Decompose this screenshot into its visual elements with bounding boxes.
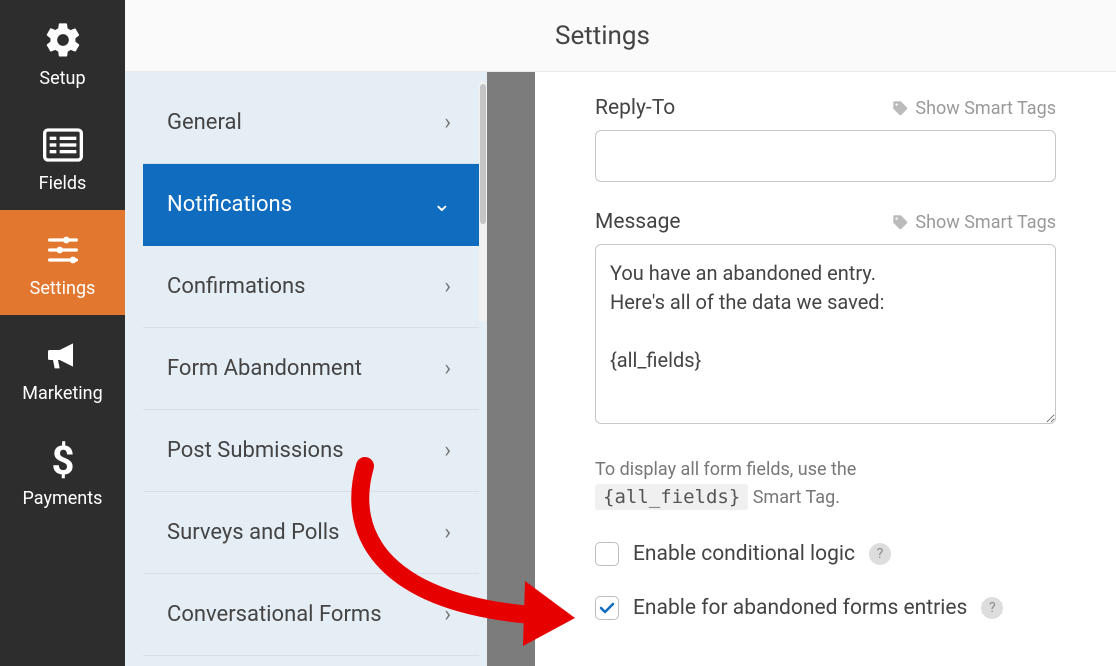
list-icon <box>43 121 83 169</box>
nav-item-settings[interactable]: Settings <box>0 210 125 315</box>
primary-nav: Setup Fields Settings Marketing $ Paymen… <box>0 0 125 666</box>
chevron-right-icon: › <box>444 520 451 545</box>
chevron-right-icon: › <box>444 356 451 381</box>
header-spacer <box>125 0 487 72</box>
subnav-label: Form Abandonment <box>167 356 362 381</box>
nav-item-setup[interactable]: Setup <box>0 0 125 105</box>
nav-item-payments[interactable]: $ Payments <box>0 420 125 525</box>
subnav-label: Conversational Forms <box>167 602 382 627</box>
subnav-label: Post Submissions <box>167 438 344 463</box>
subnav-item-confirmations[interactable]: Confirmations › <box>143 246 479 328</box>
nav-label: Settings <box>30 278 96 299</box>
settings-subnav: General › Notifications ⌄ Confirmations … <box>125 72 487 666</box>
help-icon[interactable]: ? <box>981 597 1003 619</box>
scrollbar[interactable] <box>479 82 487 322</box>
subnav-item-form-abandonment[interactable]: Form Abandonment › <box>143 328 479 410</box>
nav-label: Fields <box>39 173 87 194</box>
gear-icon <box>43 16 83 64</box>
subnav-label: Confirmations <box>167 274 306 299</box>
subnav-item-surveys-polls[interactable]: Surveys and Polls › <box>143 492 479 574</box>
tags-icon <box>891 99 909 117</box>
checkbox-label: Enable conditional logic <box>633 542 855 566</box>
sliders-icon <box>43 226 83 274</box>
bullhorn-icon <box>43 331 83 379</box>
subnav-item-post-submissions[interactable]: Post Submissions › <box>143 410 479 492</box>
checkbox-checked[interactable] <box>595 596 619 620</box>
subnav-item-notifications[interactable]: Notifications ⌄ <box>143 164 479 246</box>
show-smart-tags-link[interactable]: Show Smart Tags <box>891 212 1056 233</box>
message-hint: To display all form fields, use the {all… <box>595 456 1056 512</box>
tags-icon <box>891 213 909 231</box>
show-smart-tags-link[interactable]: Show Smart Tags <box>891 98 1056 119</box>
abandoned-entries-row[interactable]: Enable for abandoned forms entries ? <box>595 596 1056 620</box>
page-title: Settings <box>535 0 1116 72</box>
reply-to-input[interactable] <box>595 130 1056 182</box>
nav-label: Setup <box>39 68 85 89</box>
reply-to-label: Reply-To <box>595 96 675 120</box>
nav-item-marketing[interactable]: Marketing <box>0 315 125 420</box>
smart-tag-code: {all_fields} <box>595 484 748 510</box>
nav-label: Marketing <box>22 383 102 404</box>
chevron-right-icon: › <box>444 602 451 627</box>
chevron-right-icon: › <box>444 274 451 299</box>
svg-text:$: $ <box>51 440 74 480</box>
checkbox-unchecked[interactable] <box>595 542 619 566</box>
subnav-label: Notifications <box>167 192 292 217</box>
chevron-down-icon: ⌄ <box>433 192 451 217</box>
chevron-right-icon: › <box>444 438 451 463</box>
subnav-label: Surveys and Polls <box>167 520 339 545</box>
subnav-item-conversational-forms[interactable]: Conversational Forms › <box>143 574 479 656</box>
message-label: Message <box>595 210 681 234</box>
help-icon[interactable]: ? <box>869 543 891 565</box>
checkbox-label: Enable for abandoned forms entries <box>633 596 967 620</box>
conditional-logic-row[interactable]: Enable conditional logic ? <box>595 542 1056 566</box>
subnav-label: General <box>167 110 242 135</box>
subnav-item-general[interactable]: General › <box>143 82 479 164</box>
message-textarea[interactable] <box>595 244 1056 424</box>
nav-label: Payments <box>23 488 103 509</box>
dollar-icon: $ <box>51 436 75 484</box>
chevron-right-icon: › <box>444 110 451 135</box>
nav-item-fields[interactable]: Fields <box>0 105 125 210</box>
